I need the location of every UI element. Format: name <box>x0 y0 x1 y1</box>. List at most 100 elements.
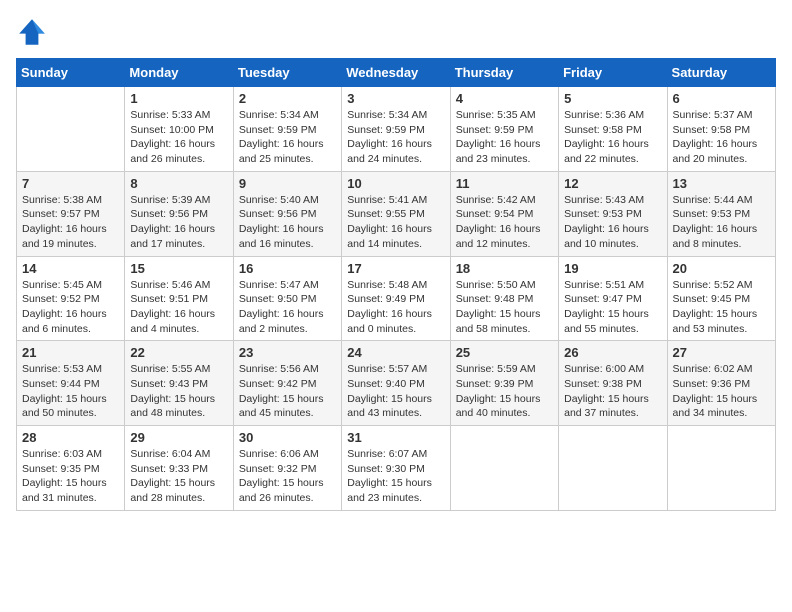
calendar-cell: 4 Sunrise: 5:35 AM Sunset: 9:59 PM Daylig… <box>450 87 558 172</box>
day-info: Sunrise: 5:41 AM Sunset: 9:55 PM Dayligh… <box>347 193 444 252</box>
day-number: 29 <box>130 430 227 445</box>
day-number: 13 <box>673 176 770 191</box>
calendar-cell: 13Sunrise: 5:44 AM Sunset: 9:53 PM Dayli… <box>667 171 775 256</box>
calendar-cell: 7Sunrise: 5:38 AM Sunset: 9:57 PM Daylig… <box>17 171 125 256</box>
calendar-cell: 26Sunrise: 6:00 AM Sunset: 9:38 PM Dayli… <box>559 341 667 426</box>
calendar-cell: 21 Sunrise: 5:53 AM Sunset: 9:44 PM Dayli… <box>17 341 125 426</box>
calendar-week-row: 28Sunrise: 6:03 AM Sunset: 9:35 PM Dayli… <box>17 426 776 511</box>
calendar-cell <box>667 426 775 511</box>
calendar-cell: 20 Sunrise: 5:52 AM Sunset: 9:45 PM Dayli… <box>667 256 775 341</box>
column-header-monday: Monday <box>125 59 233 87</box>
day-info: Sunrise: 5:33 AM Sunset: 10:00 PM Daylig… <box>130 108 227 167</box>
calendar-cell: 2Sunrise: 5:34 AM Sunset: 9:59 PM Daylig… <box>233 87 341 172</box>
calendar-cell: 14 Sunrise: 5:45 AM Sunset: 9:52 PM Dayli… <box>17 256 125 341</box>
day-number: 15 <box>130 261 227 276</box>
day-info: Sunrise: 5:42 AM Sunset: 9:54 PM Dayligh… <box>456 193 553 252</box>
column-header-tuesday: Tuesday <box>233 59 341 87</box>
day-number: 28 <box>22 430 119 445</box>
day-info: Sunrise: 6:04 AM Sunset: 9:33 PM Dayligh… <box>130 447 227 506</box>
day-info: Sunrise: 5:43 AM Sunset: 9:53 PM Dayligh… <box>564 193 661 252</box>
calendar-cell <box>17 87 125 172</box>
day-info: Sunrise: 5:40 AM Sunset: 9:56 PM Dayligh… <box>239 193 336 252</box>
calendar-cell: 16 Sunrise: 5:47 AM Sunset: 9:50 PM Dayli… <box>233 256 341 341</box>
page-header <box>16 16 776 48</box>
calendar-cell: 18 Sunrise: 5:50 AM Sunset: 9:48 PM Dayli… <box>450 256 558 341</box>
calendar-cell: 1 Sunrise: 5:33 AM Sunset: 10:00 PM Dayli… <box>125 87 233 172</box>
calendar-cell: 8 Sunrise: 5:39 AM Sunset: 9:56 PM Daylig… <box>125 171 233 256</box>
day-number: 1 <box>130 91 227 106</box>
day-info: Sunrise: 5:51 AM Sunset: 9:47 PM Dayligh… <box>564 278 661 337</box>
calendar-cell: 11Sunrise: 5:42 AM Sunset: 9:54 PM Dayli… <box>450 171 558 256</box>
day-number: 3 <box>347 91 444 106</box>
calendar-cell: 28Sunrise: 6:03 AM Sunset: 9:35 PM Dayli… <box>17 426 125 511</box>
day-info: Sunrise: 5:56 AM Sunset: 9:42 PM Dayligh… <box>239 362 336 421</box>
day-number: 20 <box>673 261 770 276</box>
calendar-cell: 15 Sunrise: 5:46 AM Sunset: 9:51 PM Dayli… <box>125 256 233 341</box>
calendar-cell: 19 Sunrise: 5:51 AM Sunset: 9:47 PM Dayli… <box>559 256 667 341</box>
calendar-cell: 27Sunrise: 6:02 AM Sunset: 9:36 PM Dayli… <box>667 341 775 426</box>
day-number: 5 <box>564 91 661 106</box>
day-info: Sunrise: 5:48 AM Sunset: 9:49 PM Dayligh… <box>347 278 444 337</box>
calendar-cell: 25 Sunrise: 5:59 AM Sunset: 9:39 PM Dayli… <box>450 341 558 426</box>
day-info: Sunrise: 5:36 AM Sunset: 9:58 PM Dayligh… <box>564 108 661 167</box>
day-info: Sunrise: 5:45 AM Sunset: 9:52 PM Dayligh… <box>22 278 119 337</box>
day-info: Sunrise: 5:37 AM Sunset: 9:58 PM Dayligh… <box>673 108 770 167</box>
calendar-week-row: 7Sunrise: 5:38 AM Sunset: 9:57 PM Daylig… <box>17 171 776 256</box>
day-info: Sunrise: 6:07 AM Sunset: 9:30 PM Dayligh… <box>347 447 444 506</box>
day-info: Sunrise: 5:35 AM Sunset: 9:59 PM Dayligh… <box>456 108 553 167</box>
day-number: 24 <box>347 345 444 360</box>
day-number: 17 <box>347 261 444 276</box>
day-number: 8 <box>130 176 227 191</box>
day-number: 19 <box>564 261 661 276</box>
calendar-cell: 29 Sunrise: 6:04 AM Sunset: 9:33 PM Dayli… <box>125 426 233 511</box>
calendar-cell: 12 Sunrise: 5:43 AM Sunset: 9:53 PM Dayli… <box>559 171 667 256</box>
calendar-cell: 30Sunrise: 6:06 AM Sunset: 9:32 PM Dayli… <box>233 426 341 511</box>
day-number: 27 <box>673 345 770 360</box>
calendar-cell <box>559 426 667 511</box>
day-number: 10 <box>347 176 444 191</box>
day-number: 4 <box>456 91 553 106</box>
day-number: 23 <box>239 345 336 360</box>
day-number: 2 <box>239 91 336 106</box>
calendar-week-row: 14 Sunrise: 5:45 AM Sunset: 9:52 PM Dayli… <box>17 256 776 341</box>
day-info: Sunrise: 5:46 AM Sunset: 9:51 PM Dayligh… <box>130 278 227 337</box>
day-number: 31 <box>347 430 444 445</box>
day-info: Sunrise: 5:39 AM Sunset: 9:56 PM Dayligh… <box>130 193 227 252</box>
day-number: 16 <box>239 261 336 276</box>
calendar-cell: 5 Sunrise: 5:36 AM Sunset: 9:58 PM Daylig… <box>559 87 667 172</box>
day-info: Sunrise: 5:55 AM Sunset: 9:43 PM Dayligh… <box>130 362 227 421</box>
day-number: 9 <box>239 176 336 191</box>
column-header-wednesday: Wednesday <box>342 59 450 87</box>
day-number: 25 <box>456 345 553 360</box>
calendar-table: SundayMondayTuesdayWednesdayThursdayFrid… <box>16 58 776 511</box>
calendar-cell: 10 Sunrise: 5:41 AM Sunset: 9:55 PM Dayli… <box>342 171 450 256</box>
calendar-week-row: 1 Sunrise: 5:33 AM Sunset: 10:00 PM Dayli… <box>17 87 776 172</box>
day-info: Sunrise: 5:53 AM Sunset: 9:44 PM Dayligh… <box>22 362 119 421</box>
calendar-cell: 17 Sunrise: 5:48 AM Sunset: 9:49 PM Dayli… <box>342 256 450 341</box>
column-header-friday: Friday <box>559 59 667 87</box>
calendar-cell: 22 Sunrise: 5:55 AM Sunset: 9:43 PM Dayli… <box>125 341 233 426</box>
day-number: 26 <box>564 345 661 360</box>
day-info: Sunrise: 5:47 AM Sunset: 9:50 PM Dayligh… <box>239 278 336 337</box>
calendar-week-row: 21 Sunrise: 5:53 AM Sunset: 9:44 PM Dayli… <box>17 341 776 426</box>
day-info: Sunrise: 5:59 AM Sunset: 9:39 PM Dayligh… <box>456 362 553 421</box>
calendar-cell: 31 Sunrise: 6:07 AM Sunset: 9:30 PM Dayli… <box>342 426 450 511</box>
calendar-cell: 9 Sunrise: 5:40 AM Sunset: 9:56 PM Daylig… <box>233 171 341 256</box>
column-header-sunday: Sunday <box>17 59 125 87</box>
logo-icon <box>16 16 48 48</box>
calendar-cell: 6 Sunrise: 5:37 AM Sunset: 9:58 PM Daylig… <box>667 87 775 172</box>
logo <box>16 16 52 48</box>
day-info: Sunrise: 6:06 AM Sunset: 9:32 PM Dayligh… <box>239 447 336 506</box>
calendar-header-row: SundayMondayTuesdayWednesdayThursdayFrid… <box>17 59 776 87</box>
calendar-cell <box>450 426 558 511</box>
day-info: Sunrise: 5:34 AM Sunset: 9:59 PM Dayligh… <box>347 108 444 167</box>
day-info: Sunrise: 5:52 AM Sunset: 9:45 PM Dayligh… <box>673 278 770 337</box>
day-number: 14 <box>22 261 119 276</box>
day-info: Sunrise: 5:50 AM Sunset: 9:48 PM Dayligh… <box>456 278 553 337</box>
day-number: 12 <box>564 176 661 191</box>
calendar-cell: 23 Sunrise: 5:56 AM Sunset: 9:42 PM Dayli… <box>233 341 341 426</box>
day-number: 22 <box>130 345 227 360</box>
day-number: 18 <box>456 261 553 276</box>
day-number: 6 <box>673 91 770 106</box>
day-number: 21 <box>22 345 119 360</box>
